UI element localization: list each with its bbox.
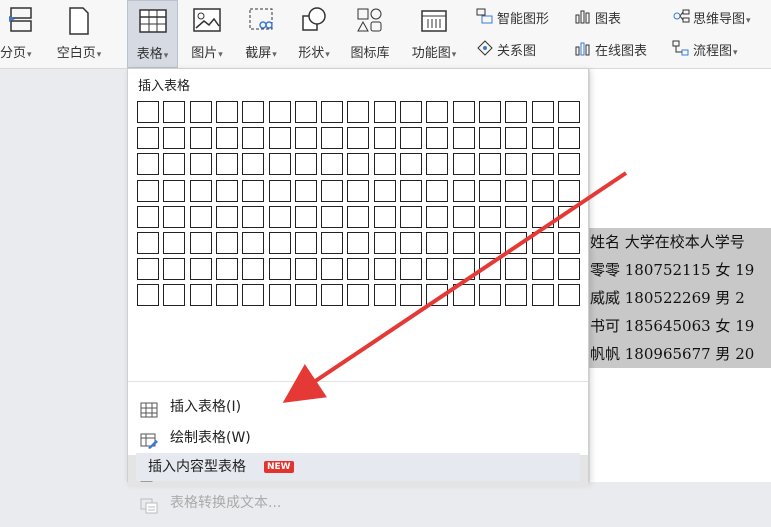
annotation-arrow <box>282 171 628 403</box>
table-to-text-icon <box>140 495 158 527</box>
menu-item-label: 表格转换成文本... <box>170 495 282 511</box>
table-to-text-item[interactable]: 表格转换成文本... <box>128 487 588 519</box>
arrow-line <box>282 171 628 403</box>
